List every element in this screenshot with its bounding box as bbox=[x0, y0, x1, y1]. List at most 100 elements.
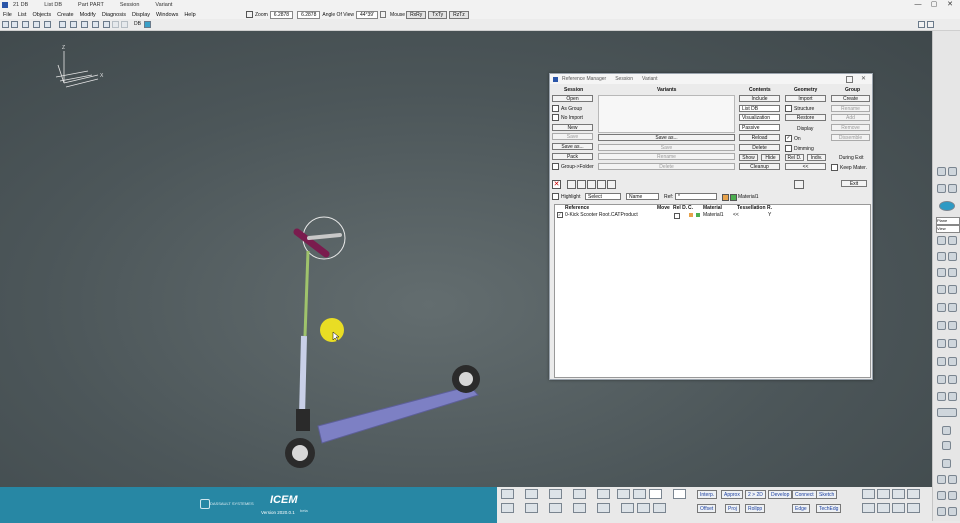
curve-icon-2[interactable] bbox=[525, 489, 538, 499]
tool-icon-aa[interactable] bbox=[937, 491, 946, 500]
tool-icon-c[interactable] bbox=[937, 252, 946, 261]
highlight-checkbox[interactable]: Highlight bbox=[552, 193, 580, 200]
group-rename-button[interactable]: Rename bbox=[831, 105, 870, 112]
group-remove-button[interactable]: Remove bbox=[831, 124, 870, 131]
toolbar-handle-icon[interactable] bbox=[918, 21, 925, 28]
col-move[interactable]: Move bbox=[657, 205, 670, 211]
group-add-button[interactable]: Add bbox=[831, 114, 870, 121]
tool-icon-b[interactable] bbox=[948, 236, 957, 245]
name-dropdown[interactable]: Name bbox=[626, 193, 659, 200]
tool-icon-ac[interactable] bbox=[937, 507, 946, 516]
session-save-as-button[interactable]: Save as... bbox=[552, 143, 593, 150]
row-move-checkbox[interactable] bbox=[674, 213, 680, 219]
dialog-close-icon[interactable]: ✕ bbox=[861, 75, 866, 82]
curve-icon-5[interactable] bbox=[617, 489, 630, 499]
proj-button[interactable]: Proj bbox=[725, 504, 740, 513]
menu-display[interactable]: Display bbox=[132, 12, 150, 18]
tool-icon-t[interactable] bbox=[948, 392, 957, 401]
db-icon[interactable] bbox=[144, 21, 151, 28]
col-tessellation[interactable]: Tessellation bbox=[737, 205, 766, 211]
tool-icon-o[interactable] bbox=[937, 357, 946, 366]
tool-icon-q[interactable] bbox=[937, 375, 946, 384]
import-button[interactable]: Import bbox=[785, 95, 826, 102]
menu-modify[interactable]: Modify bbox=[80, 12, 96, 18]
redo-icon[interactable] bbox=[112, 21, 119, 28]
tool-icon-ab[interactable] bbox=[948, 491, 957, 500]
dialog-tab-session[interactable]: Session bbox=[615, 76, 633, 82]
save-as-icon[interactable] bbox=[33, 21, 40, 28]
2-to-2d-button[interactable]: 2 > 2D bbox=[745, 490, 766, 499]
clear-icon[interactable]: ✕ bbox=[552, 180, 561, 189]
exit-button[interactable]: Exit bbox=[841, 180, 867, 187]
open-icon[interactable] bbox=[11, 21, 18, 28]
menu-file[interactable]: File bbox=[3, 12, 12, 18]
surface-tool-icon-1[interactable] bbox=[862, 489, 875, 499]
hide-button[interactable]: Hide bbox=[761, 154, 780, 161]
surface-tool-icon-2[interactable] bbox=[877, 489, 890, 499]
view-icon-2[interactable] bbox=[948, 167, 957, 176]
zoom-value-2[interactable]: 6.2878 bbox=[297, 10, 321, 19]
variants-list[interactable] bbox=[598, 95, 735, 133]
surface-tool-icon-7[interactable] bbox=[892, 503, 905, 513]
tool-icon-f[interactable] bbox=[948, 268, 957, 277]
surface-tool-icon-4[interactable] bbox=[907, 489, 920, 499]
reload-button[interactable]: Reload bbox=[739, 134, 780, 141]
tool-icon-4[interactable] bbox=[597, 180, 606, 189]
tool-icon-s[interactable] bbox=[937, 392, 946, 401]
tool-icon-p[interactable] bbox=[948, 357, 957, 366]
contents-delete-button[interactable]: Delete bbox=[739, 144, 780, 151]
maximize-button[interactable]: ▢ bbox=[926, 0, 942, 10]
copy-icon[interactable] bbox=[81, 21, 88, 28]
cleanup-button[interactable]: Cleanup bbox=[739, 163, 780, 170]
col-reference[interactable]: Reference bbox=[565, 205, 589, 211]
plane-select[interactable]: Plane bbox=[936, 217, 960, 225]
surface-tool-icon-3[interactable] bbox=[892, 489, 905, 499]
angle-spin-icon[interactable] bbox=[380, 11, 387, 18]
surface-icon-3[interactable] bbox=[597, 503, 610, 513]
surface-tool-icon-6[interactable] bbox=[877, 503, 890, 513]
dialog-tab-variant[interactable]: Variant bbox=[642, 76, 657, 82]
tool-icon-a[interactable] bbox=[937, 236, 946, 245]
session-new-button[interactable]: New bbox=[552, 124, 593, 131]
rollpp-button[interactable]: Rollpp bbox=[745, 504, 766, 513]
col-c[interactable]: C. bbox=[688, 205, 693, 211]
col-r[interactable]: R. bbox=[767, 205, 772, 211]
interp-button[interactable]: Interp. bbox=[697, 490, 718, 499]
eye-icon[interactable] bbox=[549, 489, 562, 499]
surface-icon-2[interactable] bbox=[573, 503, 586, 513]
sketch-button[interactable]: Sketch bbox=[816, 490, 838, 499]
curve-icon-1[interactable] bbox=[501, 489, 514, 499]
save-icon[interactable] bbox=[22, 21, 29, 28]
select-dropdown[interactable]: Select bbox=[585, 193, 621, 200]
tool-icon-y[interactable] bbox=[937, 475, 946, 484]
new-icon[interactable] bbox=[2, 21, 9, 28]
group-create-button[interactable]: Create bbox=[831, 95, 870, 102]
globe-icon[interactable] bbox=[939, 201, 955, 211]
grid-icon[interactable] bbox=[794, 180, 804, 189]
paste-icon[interactable] bbox=[92, 21, 99, 28]
scooter-model[interactable] bbox=[285, 216, 480, 468]
row-check-icon[interactable]: ✓ bbox=[557, 212, 563, 218]
curve-icon-3[interactable] bbox=[573, 489, 586, 499]
move-icon[interactable] bbox=[525, 503, 538, 513]
session-pack-button[interactable]: Pack bbox=[552, 153, 593, 160]
zoom-value-1[interactable]: 6.2878 bbox=[269, 10, 294, 19]
rztz-button[interactable]: RzTz bbox=[449, 10, 469, 19]
visualization-select[interactable]: Visualization bbox=[739, 114, 780, 121]
tool-icon-l[interactable] bbox=[948, 321, 957, 330]
group-dissemble-button[interactable]: Dissemble bbox=[831, 134, 870, 141]
view-icon-4[interactable] bbox=[948, 184, 957, 193]
display-on-checkbox[interactable]: ✓ On bbox=[785, 135, 801, 142]
tool-icon-v[interactable] bbox=[942, 426, 951, 435]
cut-icon[interactable] bbox=[70, 21, 77, 28]
edge-button[interactable]: Edge bbox=[792, 504, 810, 513]
tool-icon-x[interactable] bbox=[942, 459, 951, 468]
toolbar-menu-icon[interactable] bbox=[927, 21, 934, 28]
ref-filter-input[interactable]: * bbox=[675, 193, 717, 200]
restore-button[interactable]: Restore bbox=[785, 114, 826, 121]
indiv-button[interactable]: Indiv. bbox=[807, 154, 826, 161]
variant-rename-button[interactable]: Rename bbox=[598, 153, 735, 160]
tool-icon-w[interactable] bbox=[942, 441, 951, 450]
tool-icon-d[interactable] bbox=[948, 252, 957, 261]
menu-objects[interactable]: Objects bbox=[32, 12, 51, 18]
